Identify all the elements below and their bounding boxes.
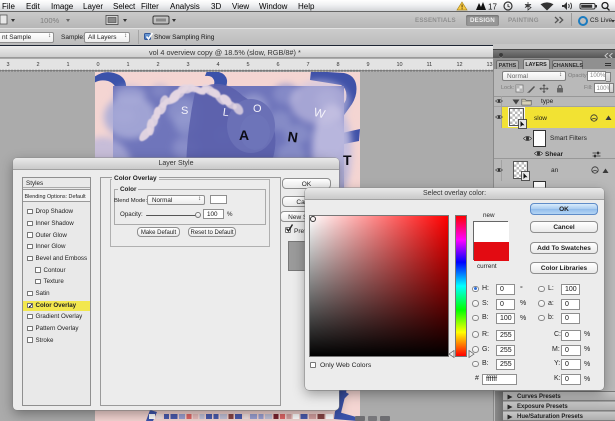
svg-text:6: 6 bbox=[277, 62, 280, 68]
svg-text:2: 2 bbox=[37, 62, 40, 68]
svg-text:10: 10 bbox=[397, 62, 403, 68]
svg-text:O: O bbox=[253, 103, 262, 115]
svg-text:1: 1 bbox=[127, 62, 130, 68]
svg-text:12: 12 bbox=[457, 62, 463, 68]
svg-text:5: 5 bbox=[247, 62, 250, 68]
svg-text:3: 3 bbox=[7, 62, 10, 68]
svg-text:A: A bbox=[239, 127, 249, 143]
svg-text:17: 17 bbox=[488, 3, 497, 12]
svg-text:1: 1 bbox=[67, 62, 70, 68]
svg-text:9: 9 bbox=[367, 62, 370, 68]
svg-text:S: S bbox=[181, 105, 188, 117]
svg-text:13: 13 bbox=[487, 62, 493, 68]
svg-text:0: 0 bbox=[97, 62, 100, 68]
svg-text:4: 4 bbox=[217, 62, 220, 68]
svg-text:11: 11 bbox=[427, 62, 433, 68]
svg-text:2: 2 bbox=[157, 62, 160, 68]
svg-text:T: T bbox=[343, 152, 352, 168]
svg-text:7: 7 bbox=[307, 62, 310, 68]
svg-text:3: 3 bbox=[187, 62, 190, 68]
svg-text:8: 8 bbox=[337, 62, 340, 68]
svg-text:100%: 100% bbox=[40, 16, 60, 25]
